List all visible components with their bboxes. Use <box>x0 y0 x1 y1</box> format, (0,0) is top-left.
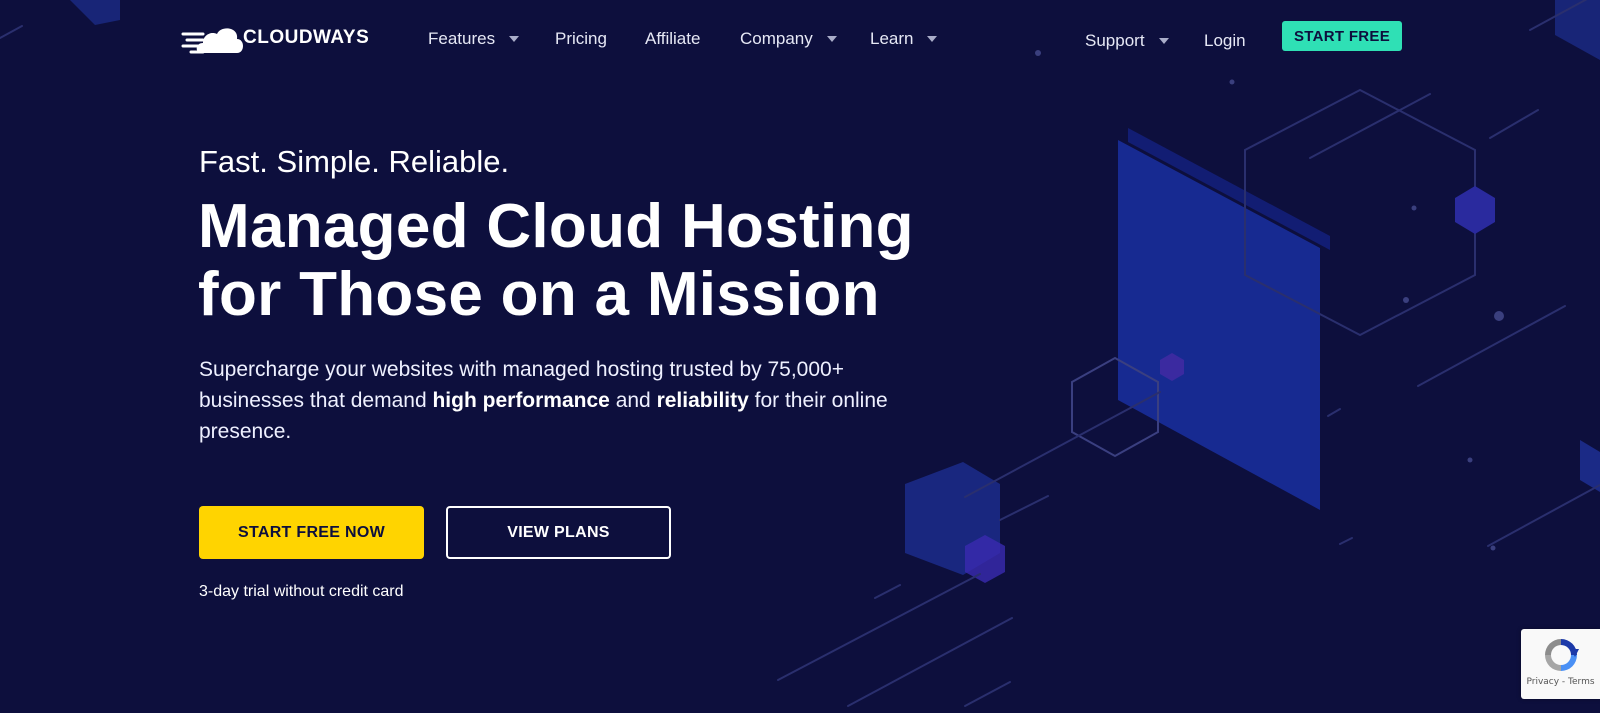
nav-learn-label: Learn <box>870 29 914 48</box>
nav-support[interactable]: Support <box>1085 29 1169 53</box>
hero-description: Supercharge your websites with managed h… <box>199 354 939 447</box>
nav-learn[interactable]: Learn <box>870 27 938 51</box>
nav-login-label: Login <box>1204 31 1246 50</box>
chevron-down-icon <box>1158 38 1169 44</box>
nav-features[interactable]: Features <box>428 27 520 51</box>
recaptcha-badge[interactable]: Privacy - Terms <box>1521 629 1600 699</box>
recaptcha-icon <box>1544 639 1579 671</box>
chevron-down-icon <box>509 36 520 42</box>
hero-tagline: Fast. Simple. Reliable. <box>199 144 510 179</box>
hero-headline-line1: Managed Cloud Hosting <box>198 192 914 261</box>
nav-features-label: Features <box>428 29 496 48</box>
nav-login[interactable]: Login <box>1204 29 1246 53</box>
nav-pricing-label: Pricing <box>555 29 607 48</box>
chevron-down-icon <box>927 36 938 42</box>
hero-description-bold2: reliability <box>656 389 749 412</box>
start-free-button[interactable]: START FREE <box>1282 21 1402 51</box>
hero-headline: Managed Cloud Hosting for Those on a Mis… <box>198 193 978 329</box>
start-free-now-button[interactable]: START FREE NOW <box>199 506 424 559</box>
cloudways-logo-icon <box>181 28 243 54</box>
recaptcha-links[interactable]: Privacy - Terms <box>1526 677 1594 687</box>
nav-affiliate[interactable]: Affiliate <box>645 27 700 51</box>
hero-description-part2: and <box>609 389 657 412</box>
nav-pricing[interactable]: Pricing <box>555 27 607 51</box>
trial-note: 3-day trial without credit card <box>199 583 404 600</box>
hero-description-bold1: high performance <box>432 389 610 412</box>
nav-affiliate-label: Affiliate <box>645 29 701 48</box>
hero-headline-line2: for Those on a Mission <box>198 260 880 329</box>
cloudways-logo[interactable]: CLOUDWAYS <box>181 21 369 55</box>
nav-company-label: Company <box>740 29 813 48</box>
view-plans-button[interactable]: VIEW PLANS <box>446 506 671 559</box>
nav-company[interactable]: Company <box>740 27 837 51</box>
nav-support-label: Support <box>1085 31 1145 50</box>
chevron-down-icon <box>826 36 837 42</box>
brand-name: CLOUDWAYS <box>243 27 370 48</box>
